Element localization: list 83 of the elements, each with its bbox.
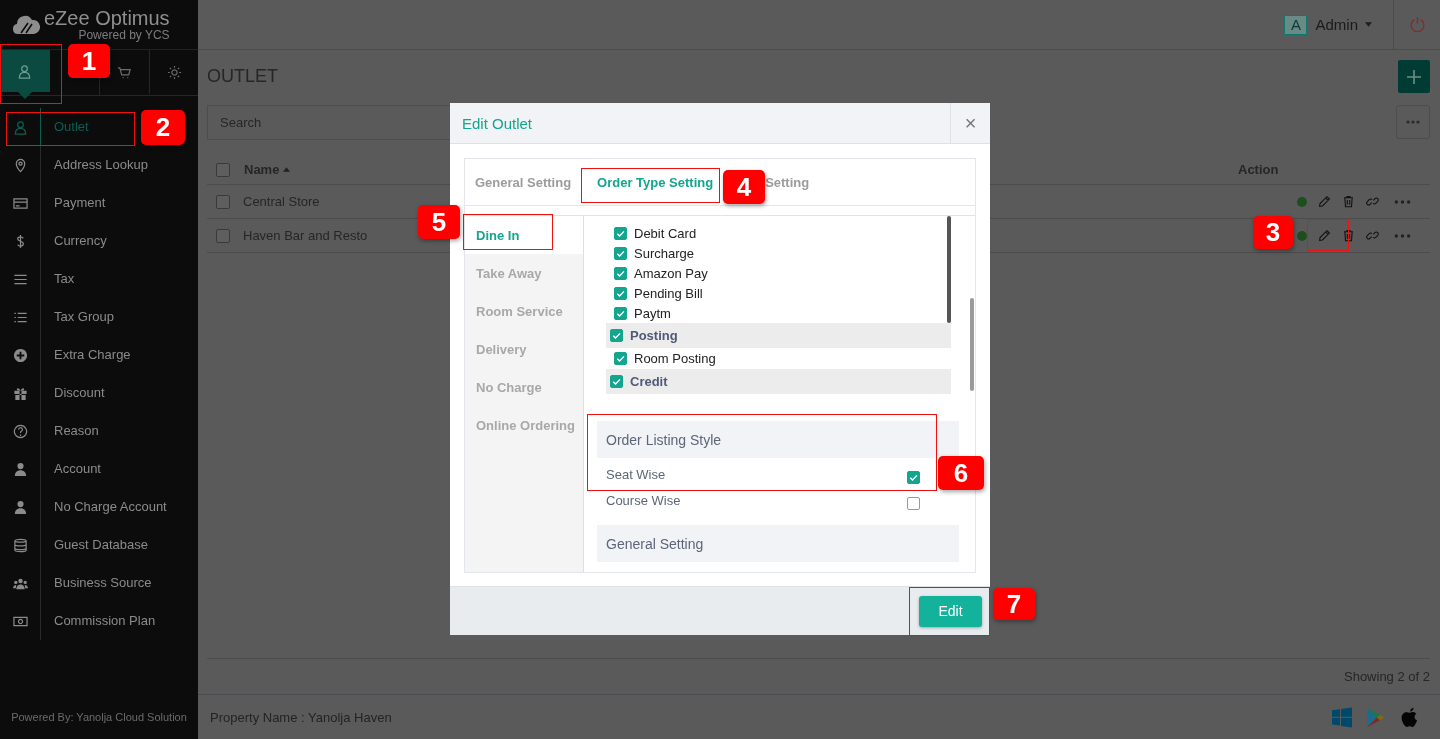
checkbox[interactable] — [614, 352, 627, 365]
order-type-item[interactable]: Take Away — [465, 254, 583, 292]
sort-icon[interactable] — [283, 167, 291, 172]
question-icon — [12, 423, 28, 439]
power-icon[interactable] — [1408, 16, 1426, 33]
option-label: Debit Card — [634, 225, 697, 241]
checkbox[interactable] — [907, 470, 920, 484]
checkbox[interactable] — [614, 286, 627, 300]
scrollbar-thumb[interactable] — [947, 216, 951, 323]
powered-by-text: Powered By: Yanolja Cloud Solution — [11, 710, 187, 723]
plus-icon — [1406, 68, 1422, 85]
cart-icon — [116, 64, 132, 80]
step-number-tooltip: 4 — [723, 170, 765, 204]
option-label: Amazon Pay — [634, 265, 708, 281]
step-number-tooltip: 3 — [1253, 216, 1293, 249]
order-type-item[interactable]: Dine In — [465, 216, 583, 254]
more-icon[interactable] — [1394, 199, 1411, 204]
edit-button[interactable]: Edit — [919, 595, 982, 627]
settings-tab[interactable]: Order Type Setting — [597, 174, 714, 190]
order-type-item[interactable]: Online Ordering — [465, 406, 583, 444]
close-button[interactable]: × — [950, 103, 990, 143]
user-menu[interactable]: Admin — [1315, 16, 1372, 33]
step-number-tooltip: 6 — [938, 456, 984, 490]
link-icon[interactable] — [1366, 229, 1379, 242]
step-number-tooltip: 2 — [141, 110, 185, 145]
step-number-tooltip: 5 — [418, 205, 460, 239]
option-label: Seat Wise — [606, 466, 666, 482]
trash-icon[interactable] — [1342, 229, 1355, 242]
plus-icon — [12, 347, 28, 363]
order-type-item[interactable]: No Charge — [465, 368, 583, 406]
dialog-title: Edit Outlet — [461, 114, 534, 132]
checkbox[interactable] — [614, 226, 627, 240]
checkbox[interactable] — [614, 246, 627, 260]
user-icon — [12, 461, 28, 477]
brand-name: eZee Optimus — [44, 7, 170, 29]
checkbox[interactable] — [610, 375, 623, 388]
windows-icon[interactable] — [1332, 706, 1352, 728]
edit-icon[interactable] — [1318, 195, 1331, 208]
scrollbar-thumb[interactable] — [970, 298, 974, 391]
database-icon — [12, 537, 28, 553]
select-all-checkbox[interactable] — [216, 162, 230, 177]
section-heading: Order Listing Style — [606, 431, 722, 448]
edit-icon[interactable] — [1318, 229, 1331, 242]
checkbox[interactable] — [614, 306, 627, 320]
group-label: Credit — [630, 374, 668, 389]
settings-icon — [166, 64, 182, 80]
link-icon[interactable] — [1366, 195, 1379, 208]
step-number-tooltip: 7 — [993, 588, 1035, 620]
order-type-item[interactable]: Delivery — [465, 330, 583, 368]
order-type-item[interactable]: Room Service — [465, 292, 583, 330]
checkbox[interactable] — [907, 497, 920, 510]
option-label: Pending Bill — [634, 285, 703, 301]
add-button[interactable] — [1398, 60, 1430, 93]
user-icon — [12, 499, 28, 515]
caret-icon — [1365, 22, 1372, 27]
user-avatar: A — [1284, 14, 1308, 35]
play-store-icon[interactable] — [1366, 706, 1386, 728]
gift-icon — [12, 385, 28, 401]
settings-tab[interactable]: General Setting — [475, 174, 572, 190]
person-icon — [12, 119, 28, 135]
row-checkbox[interactable] — [216, 228, 230, 243]
settings-tab[interactable]: Setting — [765, 174, 810, 190]
section-heading: General Setting — [606, 535, 704, 552]
highlight-frame — [1307, 219, 1349, 251]
highlight-frame — [0, 44, 62, 104]
more-icon[interactable] — [1394, 233, 1411, 238]
option-label: Course Wise — [606, 493, 681, 508]
person-icon — [17, 63, 33, 79]
group-label: Posting — [630, 328, 678, 343]
cloud-logo-icon — [12, 13, 40, 36]
option-label: Paytm — [634, 305, 671, 321]
row-checkbox[interactable] — [216, 194, 230, 209]
step-number-tooltip: 1 — [68, 44, 110, 78]
checkbox[interactable] — [610, 329, 623, 342]
trash-icon[interactable] — [1342, 195, 1355, 208]
card-icon — [12, 195, 28, 211]
more-options-button[interactable] — [1396, 105, 1430, 139]
checkbox[interactable] — [614, 266, 627, 280]
brand-tagline: Powered by YCS — [78, 29, 170, 42]
apple-icon[interactable] — [1400, 706, 1420, 728]
option-label: Surcharge — [634, 245, 694, 261]
more-icon — [1406, 120, 1420, 124]
option-label: Room Posting — [634, 351, 716, 366]
